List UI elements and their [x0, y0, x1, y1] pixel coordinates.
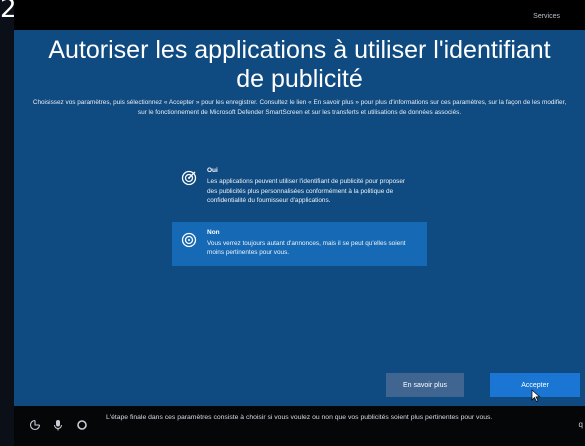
- taskbar-edge-text: q: [578, 420, 583, 429]
- taskbar: L'étape finale dans ces paramètres consi…: [14, 406, 585, 446]
- option-non[interactable]: Non Vous verrez toujours autant d'annonc…: [172, 221, 427, 266]
- option-text: Les applications peuvent utiliser l'iden…: [207, 178, 406, 204]
- microphone-icon[interactable]: [52, 419, 64, 431]
- accessibility-icon[interactable]: [29, 419, 41, 431]
- services-label[interactable]: Services: [533, 13, 560, 20]
- option-oui[interactable]: Oui Les applications peuvent utiliser l'…: [172, 160, 427, 214]
- oobe-screen: Autoriser les applications à utiliser l'…: [14, 30, 585, 406]
- taskbar-caption: L'étape finale dans ces paramètres consi…: [106, 414, 493, 421]
- mouse-cursor-icon: [531, 389, 541, 402]
- learn-more-button[interactable]: En savoir plus: [386, 373, 464, 397]
- page-title: Autoriser les applications à utiliser l'…: [48, 36, 551, 93]
- target-icon: [181, 170, 197, 186]
- option-label: Oui: [207, 167, 218, 174]
- options-list: Oui Les applications peuvent utiliser l'…: [172, 160, 427, 274]
- option-text: Vous verrez toujours autant d'annonces, …: [207, 239, 406, 257]
- option-label: Non: [207, 228, 220, 236]
- cortana-circle-icon[interactable]: [76, 419, 88, 431]
- target-off-icon: [181, 232, 197, 247]
- top-bar: Services: [14, 0, 585, 30]
- page-description: Choisissez vos paramètres, puis sélectio…: [32, 99, 567, 116]
